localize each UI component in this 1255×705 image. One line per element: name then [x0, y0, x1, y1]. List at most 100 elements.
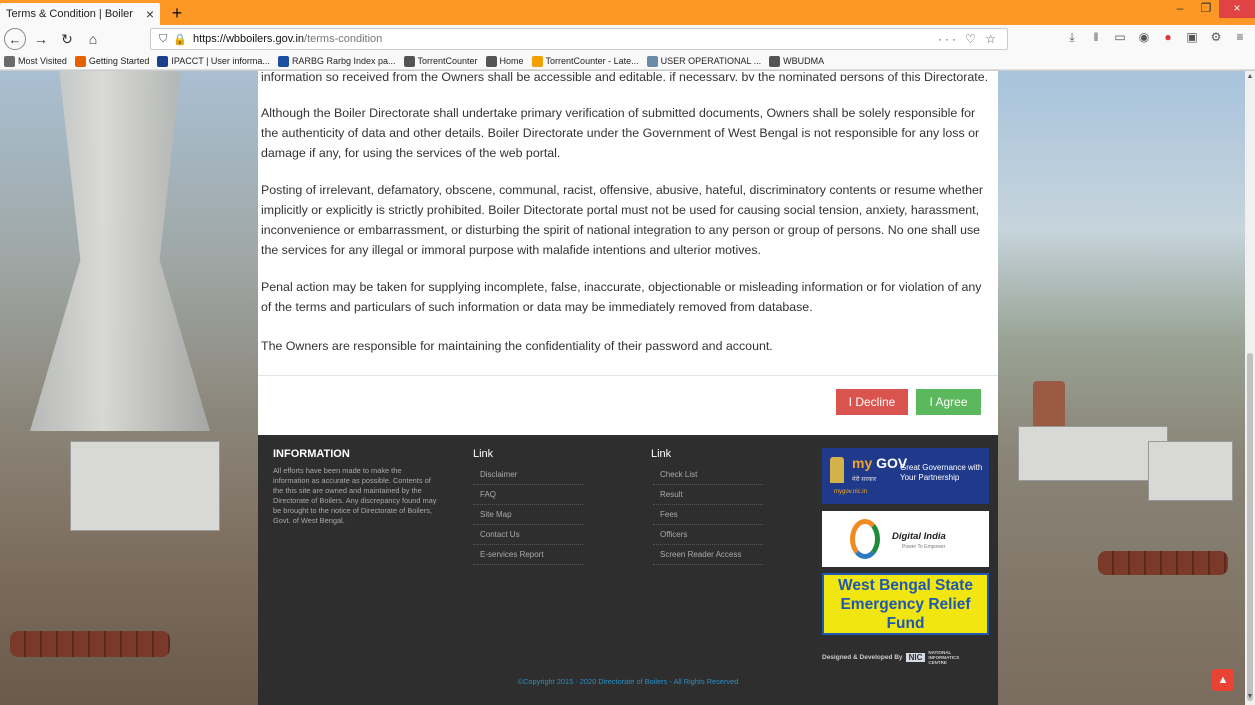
- bookmark-label: Most Visited: [18, 56, 67, 66]
- adblock-icon[interactable]: ●: [1161, 30, 1175, 45]
- footer-link[interactable]: FAQ: [473, 485, 583, 505]
- digital-india-logo-icon: [850, 519, 880, 559]
- bookmark-item[interactable]: Most Visited: [4, 55, 67, 67]
- divider: [258, 375, 998, 376]
- footer-link[interactable]: Check List: [653, 465, 763, 485]
- mygov-banner[interactable]: my GOV मेरी सरकार Great Governance with …: [822, 448, 989, 504]
- decline-button[interactable]: I Decline: [836, 389, 908, 415]
- bookmark-label: WBUDMA: [783, 56, 825, 66]
- url-bar[interactable]: ⛉ 🔒 https://wbboilers.gov.in /terms-cond…: [150, 28, 1008, 50]
- library-icon[interactable]: ‖: [1089, 30, 1103, 45]
- footer-link[interactable]: Site Map: [473, 505, 583, 525]
- forward-icon[interactable]: →: [30, 28, 52, 50]
- footer-link[interactable]: E-services Report: [473, 545, 583, 565]
- download-icon[interactable]: ⤓: [1065, 30, 1079, 45]
- new-tab-icon[interactable]: +: [166, 3, 188, 23]
- footer-info-text: All efforts have been made to make the i…: [273, 466, 437, 525]
- screenshot-icon[interactable]: ▣: [1185, 30, 1199, 45]
- lock-icon[interactable]: 🔒: [173, 33, 187, 46]
- footer-link[interactable]: Result: [653, 485, 763, 505]
- bookmark-item[interactable]: IPACCT | User informa...: [157, 55, 270, 67]
- digital-india-banner[interactable]: Digital India Power To Empower: [822, 511, 989, 567]
- globe-icon: [769, 55, 781, 67]
- footer-links-title: Link: [651, 448, 672, 460]
- pipes-image: [1098, 551, 1228, 575]
- torrent-icon: [531, 55, 543, 67]
- scroll-down-icon[interactable]: ▼: [1246, 693, 1254, 700]
- star-icon: [4, 55, 15, 67]
- url-host: https://wbboilers.gov.in: [192, 33, 305, 45]
- page-actions-icon[interactable]: ··· ♡ ☆: [938, 32, 999, 46]
- building-image: [70, 441, 220, 531]
- firefox-icon: [74, 55, 86, 67]
- footer-link[interactable]: Fees: [653, 505, 763, 525]
- building-image: [1148, 441, 1233, 501]
- sidebar-icon[interactable]: ▭: [1113, 30, 1127, 45]
- mygov-tagline: Great Governance with Your Partnership: [900, 463, 983, 482]
- back-icon[interactable]: ←: [4, 28, 26, 50]
- toolbar-icons: ⤓ ‖ ▭ ◉ ● ▣ ⚙ ≡: [1065, 30, 1247, 45]
- scroll-to-top-button[interactable]: ▲: [1212, 669, 1234, 691]
- agree-button[interactable]: I Agree: [916, 389, 981, 415]
- tab-title: Terms & Condition | Boiler: [6, 8, 133, 20]
- nic-name: NATIONAL INFORMATICS CENTRE: [928, 649, 960, 665]
- footer-link[interactable]: Disclaimer: [473, 465, 583, 485]
- bookmark-label: TorrentCounter - Late...: [545, 56, 639, 66]
- minimize-icon[interactable]: –: [1167, 0, 1193, 18]
- footer-links-list: Check List Result Fees Officers Screen Reade…: [653, 465, 763, 565]
- bookmark-item[interactable]: Home: [485, 55, 524, 67]
- mygov-hindi: मेरी सरकार: [852, 477, 877, 483]
- r-icon: [277, 55, 289, 67]
- terms-paragraph: Posting of irrelevant, defamatory, obsce…: [261, 183, 983, 257]
- bookmark-item[interactable]: RARBG Rarbg Index pa...: [277, 55, 396, 67]
- bookmark-label: TorrentCounter: [417, 56, 478, 66]
- designed-by-label: Designed & Developed By: [822, 653, 903, 661]
- url-path: /terms-condition: [304, 33, 383, 45]
- home-icon[interactable]: ⌂: [82, 28, 104, 50]
- window-close-icon[interactable]: ×: [1219, 0, 1255, 18]
- building-image: [1018, 426, 1168, 481]
- scroll-up-icon[interactable]: ▲: [1246, 73, 1254, 80]
- image-icon: [646, 55, 658, 67]
- shield-icon[interactable]: ⛉: [159, 33, 167, 46]
- nic-logo[interactable]: NIC: [905, 652, 926, 662]
- footer-link[interactable]: Officers: [653, 525, 763, 545]
- footer-link[interactable]: Contact Us: [473, 525, 583, 545]
- tab-close-icon[interactable]: ×: [146, 6, 154, 22]
- footer-link[interactable]: Screen Reader Access: [653, 545, 763, 565]
- bookmark-item[interactable]: Getting Started: [74, 55, 149, 67]
- ip-icon: [157, 55, 169, 67]
- reload-icon[interactable]: ↻: [56, 28, 78, 50]
- scrollbar-thumb[interactable]: [1247, 353, 1253, 701]
- emblem-icon: [830, 457, 844, 483]
- bookmark-item[interactable]: USER OPERATIONAL ...: [646, 55, 762, 67]
- bookmarks-bar: Most Visited Getting Started IPACCT | User…: [0, 53, 1255, 70]
- footer-info-title: INFORMATION: [273, 448, 350, 460]
- designed-by: Designed & Developed By NIC NATIONAL INF…: [822, 649, 992, 665]
- extension-icon[interactable]: ◉: [1137, 30, 1151, 45]
- terms-paragraph: Penal action may be taken for supplying …: [261, 280, 982, 314]
- bookmark-item[interactable]: TorrentCounter - Late...: [531, 55, 639, 67]
- bookmark-item[interactable]: TorrentCounter: [403, 55, 478, 67]
- menu-icon[interactable]: ≡: [1233, 30, 1247, 45]
- background-photo-right: [998, 71, 1255, 705]
- footer: INFORMATION All efforts have been made t…: [258, 435, 998, 705]
- browser-tab[interactable]: Terms & Condition | Boiler ×: [0, 3, 160, 25]
- terms-paragraph: Although the Boiler Directorate shall un…: [261, 106, 980, 160]
- terms-content: information so received from the Owners …: [258, 71, 998, 435]
- copyright: ©Copyright 2015 - 2020 Directorate of Bo…: [517, 677, 739, 686]
- mygov-url: mygov.nic.in: [834, 489, 867, 495]
- bookmark-label: RARBG Rarbg Index pa...: [291, 56, 396, 66]
- relief-fund-banner[interactable]: West Bengal State Emergency Relief Fund: [822, 573, 989, 635]
- mygov-logo: my GOV: [852, 455, 908, 471]
- cooling-tower-image: [30, 71, 210, 431]
- bookmark-item[interactable]: WBUDMA: [769, 55, 825, 67]
- window-controls: – ❐ ×: [1167, 0, 1255, 18]
- terms-paragraph: The Owners are responsible for maintaini…: [261, 339, 773, 353]
- terms-paragraph: information so received from the Owners …: [261, 71, 989, 81]
- maximize-icon[interactable]: ❐: [1193, 0, 1219, 18]
- globe-icon: [403, 55, 415, 67]
- footer-links-title: Link: [473, 448, 494, 460]
- bookmark-label: USER OPERATIONAL ...: [660, 56, 762, 66]
- settings-icon[interactable]: ⚙: [1209, 30, 1223, 45]
